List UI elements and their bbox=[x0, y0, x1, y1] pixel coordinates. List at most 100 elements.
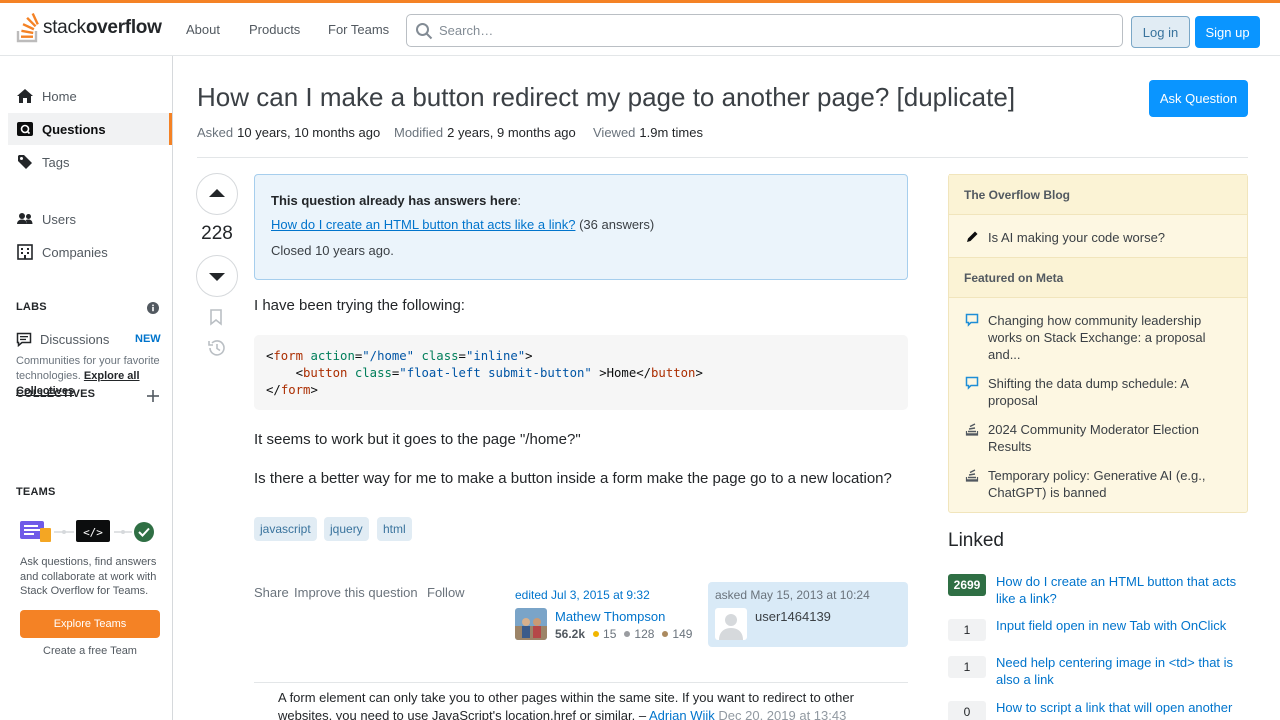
bronze-badge-icon bbox=[662, 631, 669, 637]
sidebar-item-label: Questions bbox=[42, 121, 106, 137]
logo-text: stackoverflow bbox=[43, 17, 162, 38]
gold-badge-icon bbox=[593, 631, 600, 637]
history-icon[interactable] bbox=[207, 339, 226, 357]
vote-count: 228 bbox=[201, 223, 233, 244]
sidebar-item-label: Companies bbox=[42, 244, 108, 260]
questions-icon bbox=[17, 122, 33, 136]
building-icon bbox=[17, 244, 33, 260]
linked-question-link[interactable]: Input field open in new Tab with OnClick bbox=[996, 617, 1246, 634]
editor-name[interactable]: Mathew Thompson bbox=[555, 609, 665, 624]
chat-bubble-icon bbox=[965, 376, 979, 390]
sidebar-item-tags[interactable]: Tags bbox=[8, 146, 172, 178]
closed-notice: Closed 10 years ago. bbox=[271, 243, 394, 258]
new-badge: NEW bbox=[135, 333, 161, 345]
signup-button[interactable]: Sign up bbox=[1195, 16, 1260, 48]
viewed-meta: Viewed 1.9m times bbox=[593, 125, 703, 140]
teams-illustration: </> bbox=[20, 520, 154, 542]
nav-for-teams[interactable]: For Teams bbox=[328, 22, 389, 37]
stackoverflow-logo-icon bbox=[16, 13, 39, 43]
search-input[interactable]: Search… bbox=[406, 14, 1123, 47]
blog-item[interactable]: Is AI making your code worse? bbox=[965, 229, 1235, 248]
divider bbox=[197, 157, 1248, 158]
stack-exchange-icon bbox=[965, 423, 979, 436]
meta-item[interactable]: Shifting the data dump schedule: A propo… bbox=[965, 375, 1235, 409]
blog-heading: The Overflow Blog bbox=[949, 174, 1247, 215]
duplicate-heading: This question already has answers here: bbox=[271, 193, 521, 208]
tag-html[interactable]: html bbox=[377, 517, 412, 541]
linked-score[interactable]: 1 bbox=[948, 619, 986, 641]
asked-timestamp[interactable]: asked May 15, 2013 at 10:24 bbox=[715, 588, 870, 602]
info-icon[interactable] bbox=[147, 302, 159, 314]
silver-badge-count: 128 bbox=[634, 627, 655, 641]
comment-author[interactable]: Adrian Wiik bbox=[649, 708, 715, 720]
editor-reputation: 56.2k bbox=[555, 627, 586, 641]
tag-icon bbox=[18, 155, 32, 169]
edited-link[interactable]: edited Jul 3, 2015 at 9:32 bbox=[515, 588, 650, 602]
meta-item[interactable]: Changing how community leadership works … bbox=[965, 312, 1235, 363]
nav-products[interactable]: Products bbox=[249, 22, 300, 37]
labs-heading: LABS bbox=[16, 301, 47, 313]
sidebar-item-label: Tags bbox=[42, 154, 70, 170]
arrow-down-icon bbox=[209, 273, 225, 281]
teams-heading: TEAMS bbox=[16, 486, 56, 498]
explore-teams-button[interactable]: Explore Teams bbox=[20, 610, 160, 638]
downvote-button[interactable] bbox=[196, 255, 238, 297]
share-link[interactable]: Share bbox=[254, 585, 289, 600]
asker-avatar[interactable] bbox=[715, 608, 747, 640]
overflow-blog-widget: The Overflow Blog Is AI making your code… bbox=[948, 174, 1248, 513]
comment-date[interactable]: Dec 20, 2019 at 13:43 bbox=[718, 708, 846, 720]
comment: A form element can only take you to othe… bbox=[278, 689, 898, 720]
create-team-link[interactable]: Create a free Team bbox=[20, 645, 160, 657]
sidebar-item-questions[interactable]: Questions bbox=[8, 113, 172, 145]
linked-question-link[interactable]: How to script a link that will open anot… bbox=[996, 699, 1246, 716]
duplicate-notice: This question already has answers here: … bbox=[254, 174, 908, 280]
tag-javascript[interactable]: javascript bbox=[254, 517, 317, 541]
meta-heading: Featured on Meta bbox=[949, 257, 1247, 298]
linked-question-link[interactable]: Need help centering image in <td> that i… bbox=[996, 654, 1246, 688]
bookmark-icon[interactable] bbox=[207, 308, 225, 326]
tag-jquery[interactable]: jquery bbox=[324, 517, 369, 541]
modified-meta: Modified 2 years, 9 months ago bbox=[394, 125, 576, 140]
upvote-button[interactable] bbox=[196, 173, 238, 215]
post-body-intro: I have been trying the following: bbox=[254, 297, 465, 314]
discussions-icon bbox=[16, 332, 32, 347]
sidebar-item-home[interactable]: Home bbox=[8, 80, 172, 112]
comment-divider bbox=[254, 682, 908, 683]
duplicate-link[interactable]: How do I create an HTML button that acts… bbox=[271, 217, 575, 232]
login-button[interactable]: Log in bbox=[1131, 16, 1190, 48]
collectives-description: Communities for your favorite technologi… bbox=[16, 355, 160, 397]
code-block: <form action="/home" class="inline"> <bu… bbox=[254, 335, 908, 410]
sidebar-item-companies[interactable]: Companies bbox=[8, 236, 172, 268]
ask-question-button[interactable]: Ask Question bbox=[1149, 80, 1248, 117]
bronze-badge-count: 149 bbox=[672, 627, 693, 641]
home-icon bbox=[17, 89, 33, 103]
linked-score[interactable]: 1 bbox=[948, 656, 986, 678]
pencil-icon bbox=[967, 231, 978, 242]
search-icon bbox=[416, 22, 433, 39]
follow-link[interactable]: Follow bbox=[427, 585, 465, 600]
stackoverflow-logo[interactable]: stackoverflow bbox=[16, 12, 162, 44]
nav-about[interactable]: About bbox=[186, 22, 220, 37]
top-bar: stackoverflow About Products For Teams S… bbox=[0, 0, 1280, 56]
svg-text:</>: </> bbox=[83, 526, 103, 539]
chat-bubble-icon bbox=[965, 313, 979, 327]
teams-description: Ask questions, find answers and collabor… bbox=[20, 556, 157, 597]
improve-question-link[interactable]: Improve this question bbox=[294, 585, 418, 600]
sidebar-item-users[interactable]: Users bbox=[8, 203, 172, 235]
meta-item[interactable]: Temporary policy: Generative AI (e.g., C… bbox=[965, 467, 1235, 501]
linked-heading: Linked bbox=[948, 530, 1004, 551]
post-body-paragraph: It seems to work but it goes to the page… bbox=[254, 431, 581, 448]
sidebar-item-label: Discussions bbox=[40, 331, 110, 347]
editor-avatar[interactable] bbox=[515, 608, 547, 640]
arrow-up-icon bbox=[209, 189, 225, 197]
post-body-paragraph: Is there a better way for me to make a b… bbox=[254, 470, 892, 487]
editor-stats: 56.2k 15 128 149 bbox=[555, 627, 692, 641]
question-title[interactable]: How can I make a button redirect my page… bbox=[197, 82, 1015, 113]
linked-score[interactable]: 2699 bbox=[948, 574, 986, 596]
meta-item[interactable]: 2024 Community Moderator Election Result… bbox=[965, 421, 1235, 455]
linked-question-link[interactable]: How do I create an HTML button that acts… bbox=[996, 573, 1246, 607]
stack-exchange-icon bbox=[965, 469, 979, 482]
linked-score[interactable]: 0 bbox=[948, 701, 986, 720]
asker-name[interactable]: user1464139 bbox=[755, 609, 831, 624]
silver-badge-icon bbox=[624, 631, 631, 637]
